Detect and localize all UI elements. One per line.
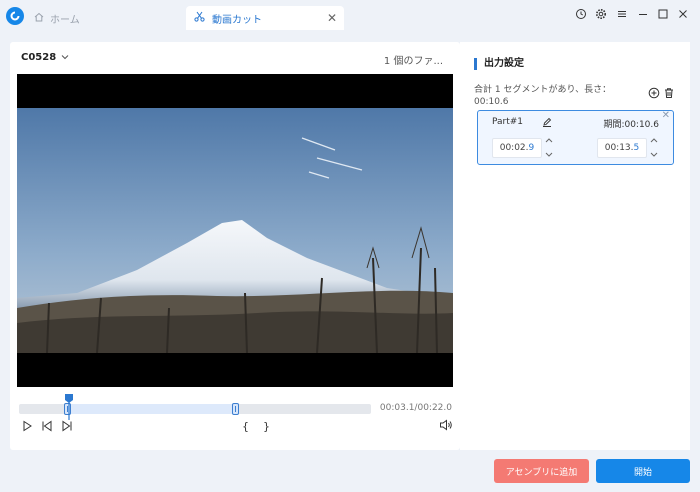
close-icon[interactable] (677, 8, 691, 22)
timeline-selection (67, 404, 237, 414)
set-end-bracket[interactable]: } (263, 420, 270, 433)
gear-icon[interactable] (595, 8, 609, 22)
home-icon (34, 12, 44, 25)
next-frame-icon[interactable] (61, 420, 73, 432)
end-time-stepper[interactable] (649, 137, 659, 159)
start-time-field[interactable]: 00:02. 9 (492, 138, 542, 158)
title-bar: ホーム 動画カット ✕ (0, 0, 700, 34)
chevron-down-icon[interactable] (545, 151, 553, 159)
tab-close-icon[interactable]: ✕ (327, 11, 337, 25)
video-frame-image (17, 108, 453, 353)
trim-end-handle[interactable] (232, 403, 239, 415)
minimize-icon[interactable] (637, 8, 651, 22)
chevron-up-icon[interactable] (545, 137, 553, 145)
scissors-icon (194, 11, 205, 25)
volume-icon[interactable] (439, 419, 452, 434)
segment-close-icon[interactable]: ✕ (662, 110, 670, 121)
set-start-bracket[interactable]: { (242, 420, 249, 433)
tab-video-cut[interactable]: 動画カット ✕ (186, 6, 344, 30)
end-time-main: 00:13. (604, 143, 634, 153)
add-segment-icon[interactable] (648, 87, 660, 99)
chevron-up-icon[interactable] (650, 137, 658, 145)
file-count: 1 個のファ... (383, 56, 443, 67)
add-to-assembly-button[interactable]: アセンブリに追加 (494, 459, 589, 483)
video-preview[interactable] (17, 74, 453, 387)
output-settings-title: 出力設定 (474, 58, 524, 70)
play-icon[interactable] (21, 420, 33, 432)
edit-icon[interactable] (542, 117, 552, 130)
start-time-main: 00:02. (499, 143, 529, 153)
end-time-digit: 5 (633, 143, 640, 153)
player-panel: C0528 1 個のファ... 00:03.1/00:22.0 {} (10, 42, 460, 450)
maximize-icon[interactable] (657, 8, 671, 22)
segment-name: Part#1 (492, 117, 524, 127)
playhead-marker[interactable] (65, 394, 73, 422)
chevron-down-icon[interactable] (650, 151, 658, 159)
clip-selector[interactable]: C0528 (21, 52, 69, 63)
time-readout: 00:03.1/00:22.0 (379, 403, 452, 413)
segment-card[interactable]: Part#1 期間:00:10.6 ✕ 00:02. 9 00:13. 5 (477, 110, 674, 165)
end-time-field[interactable]: 00:13. 5 (597, 138, 647, 158)
start-button[interactable]: 開始 (596, 459, 690, 483)
tab-video-cut-label: 動画カット (212, 14, 262, 26)
delete-icon[interactable] (663, 87, 675, 99)
start-time-digit: 9 (528, 143, 535, 153)
start-time-stepper[interactable] (544, 137, 554, 159)
clip-name: C0528 (21, 52, 57, 63)
menu-icon[interactable] (616, 8, 630, 22)
segment-duration: 期間:00:10.6 (603, 120, 659, 130)
app-logo-icon (6, 7, 24, 25)
tab-home[interactable]: ホーム (34, 6, 80, 30)
segment-summary: 合計 1 セグメントがあり、長さ：00:10.6 (474, 85, 612, 107)
chevron-down-icon (61, 52, 69, 63)
tab-home-label: ホーム (50, 14, 80, 26)
history-icon[interactable] (575, 8, 589, 22)
output-settings-panel: 出力設定 合計 1 セグメントがあり、長さ：00:10.6 Part#1 期間:… (460, 42, 690, 450)
previous-frame-icon[interactable] (41, 420, 53, 432)
